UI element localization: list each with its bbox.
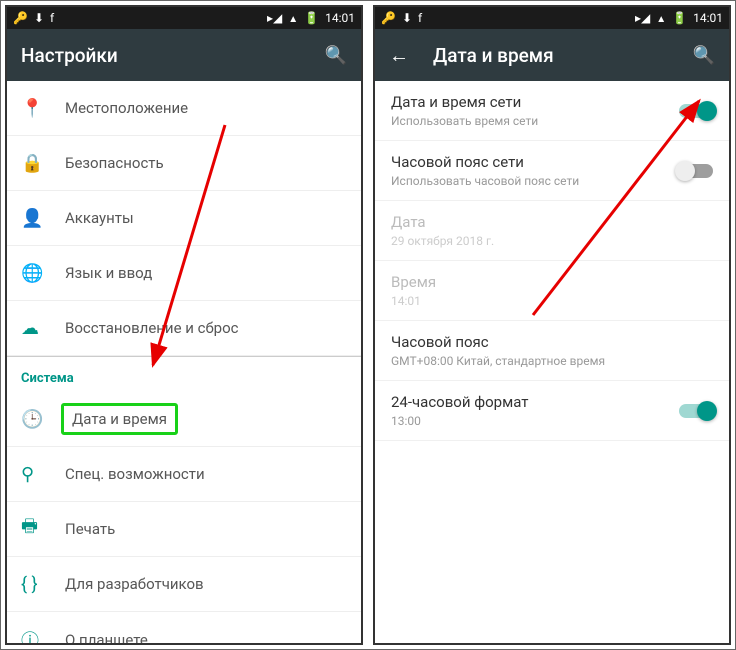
setting-network-time[interactable]: Дата и время сети Использовать время сет…	[375, 81, 729, 141]
setting-sub: 13:00	[391, 414, 679, 428]
row-label: Местоположение	[65, 99, 188, 117]
toggle-network-time[interactable]	[679, 104, 713, 118]
globe-icon: 🌐	[21, 263, 65, 284]
battery-icon: 🔋	[304, 11, 319, 25]
row-label: Безопасность	[65, 154, 164, 172]
row-backup[interactable]: ☁ Восстановление и сброс	[7, 301, 361, 356]
highlight-box: Дата и время	[61, 403, 178, 435]
facebook-icon: f	[50, 11, 54, 25]
row-label: О планшете	[65, 631, 148, 644]
phone-settings: 🔑 ⬇ f ▸◢ 🔋 14:01 Настройки 🔍 📍 Местополо…	[5, 5, 363, 645]
row-language[interactable]: 🌐 Язык и ввод	[7, 246, 361, 301]
setting-title: Время	[391, 273, 713, 291]
setting-sub: GMT+08:00 Китай, стандартное время	[391, 354, 713, 368]
setting-time: Время 14:01	[375, 261, 729, 321]
location-icon: 📍	[21, 98, 65, 119]
status-bar: 🔑 ⬇ f ▸◢ 🔋 14:01	[7, 7, 361, 29]
user-icon: 👤	[21, 208, 65, 229]
toggle-network-tz[interactable]	[679, 164, 713, 178]
row-date-time[interactable]: 🕒 Дата и время	[7, 392, 361, 447]
app-bar: ← Дата и время 🔍	[375, 29, 729, 81]
wifi-icon: ▸◢	[635, 11, 650, 25]
accessibility-icon: ⚲	[21, 464, 65, 485]
keyhole-icon: 🔑	[381, 11, 396, 25]
row-about[interactable]: ⓘ О планшете	[7, 612, 361, 643]
app-bar: Настройки 🔍	[7, 29, 361, 81]
keyhole-icon: 🔑	[13, 11, 28, 25]
clock-icon: 🕒	[21, 409, 65, 430]
row-accounts[interactable]: 👤 Аккаунты	[7, 191, 361, 246]
settings-list: 📍 Местоположение 🔒 Безопасность 👤 Аккаун…	[7, 81, 361, 643]
row-location[interactable]: 📍 Местоположение	[7, 81, 361, 136]
setting-sub: Использовать часовой пояс сети	[391, 174, 679, 188]
row-label: Для разработчиков	[65, 575, 204, 593]
section-header: Система	[7, 356, 361, 392]
setting-date: Дата 29 октября 2018 г.	[375, 201, 729, 261]
row-accessibility[interactable]: ⚲ Спец. возможности	[7, 447, 361, 502]
signal-icon	[288, 11, 298, 25]
row-security[interactable]: 🔒 Безопасность	[7, 136, 361, 191]
page-title: Дата и время	[433, 44, 693, 67]
battery-icon: 🔋	[672, 11, 687, 25]
info-icon: ⓘ	[21, 627, 65, 644]
braces-icon: { }	[21, 574, 65, 595]
page-title: Настройки	[21, 44, 325, 67]
search-icon[interactable]: 🔍	[693, 45, 715, 66]
setting-title: Часовой пояс сети	[391, 153, 679, 171]
status-time: 14:01	[325, 11, 355, 25]
row-label: Восстановление и сброс	[65, 319, 238, 337]
wifi-icon: ▸◢	[267, 11, 282, 25]
download-icon: ⬇	[402, 11, 412, 25]
back-icon[interactable]: ←	[389, 43, 409, 68]
row-label: Аккаунты	[65, 209, 134, 227]
setting-sub: Использовать время сети	[391, 114, 679, 128]
row-label: Язык и ввод	[65, 264, 152, 282]
setting-title: Дата	[391, 213, 713, 231]
status-time: 14:01	[693, 11, 723, 25]
row-label: Печать	[65, 520, 115, 538]
row-label: Спец. возможности	[65, 465, 205, 483]
toggle-24h[interactable]	[679, 404, 713, 418]
setting-title: 24-часовой формат	[391, 393, 679, 411]
lock-icon: 🔒	[21, 153, 65, 174]
printer-icon: 🖶	[21, 514, 65, 544]
row-developer[interactable]: { } Для разработчиков	[7, 557, 361, 612]
download-icon: ⬇	[34, 11, 44, 25]
setting-title: Часовой пояс	[391, 333, 713, 351]
setting-network-tz[interactable]: Часовой пояс сети Использовать часовой п…	[375, 141, 729, 201]
setting-timezone[interactable]: Часовой пояс GMT+08:00 Китай, стандартно…	[375, 321, 729, 381]
cloud-icon: ☁	[21, 318, 65, 339]
setting-sub: 14:01	[391, 294, 713, 308]
row-print[interactable]: 🖶 Печать	[7, 502, 361, 557]
facebook-icon: f	[418, 11, 422, 25]
date-time-list: Дата и время сети Использовать время сет…	[375, 81, 729, 643]
phone-date-time: 🔑 ⬇ f ▸◢ 🔋 14:01 ← Дата и время 🔍 Дата и…	[373, 5, 731, 645]
setting-title: Дата и время сети	[391, 93, 679, 111]
status-bar: 🔑 ⬇ f ▸◢ 🔋 14:01	[375, 7, 729, 29]
setting-sub: 29 октября 2018 г.	[391, 234, 713, 248]
signal-icon	[656, 11, 666, 25]
search-icon[interactable]: 🔍	[325, 45, 347, 66]
setting-24h[interactable]: 24-часовой формат 13:00	[375, 381, 729, 441]
